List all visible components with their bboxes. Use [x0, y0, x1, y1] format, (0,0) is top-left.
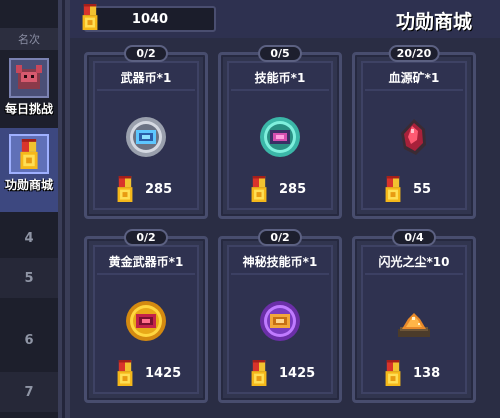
item-name: 闪光之尘*10	[378, 255, 450, 269]
item-price: 1425	[279, 366, 316, 381]
item-price: 138	[413, 366, 441, 381]
gold-weapon-coin-icon	[122, 297, 170, 345]
weapon-coin-icon	[122, 113, 170, 161]
skill-coin-icon	[256, 113, 304, 161]
merit-medal-icon	[117, 176, 133, 202]
rank-row: 6	[24, 332, 34, 348]
shop-item-card[interactable]: 0/2 武器币*1 285	[84, 45, 208, 219]
daily-challenge-icon	[9, 58, 49, 98]
item-price: 285	[279, 182, 307, 197]
item-name: 技能币*1	[254, 71, 306, 85]
shop-item-card[interactable]: 20/20 血源矿*1 55	[352, 45, 476, 219]
rank-header: 名次	[0, 28, 58, 50]
glitter-dust-icon	[390, 297, 438, 345]
blood-ore-icon	[390, 113, 438, 161]
item-name: 武器币*1	[120, 71, 172, 85]
merit-medal-icon	[117, 360, 133, 386]
page-title: 功勋商城	[395, 11, 472, 33]
purchase-limit-badge: 0/2	[258, 229, 302, 246]
merit-currency-display: 1040	[82, 4, 216, 32]
item-name: 神秘技能币*1	[242, 255, 318, 269]
purchase-limit-badge: 0/2	[124, 229, 168, 246]
tab-merit-shop-label: 功勋商城	[4, 178, 53, 192]
item-name: 黄金武器币*1	[108, 255, 184, 269]
shop-item-card[interactable]: 0/2 神秘技能币*1 1425	[218, 229, 342, 403]
item-price: 55	[413, 182, 432, 197]
item-price: 285	[145, 182, 173, 197]
item-name: 血源矿*1	[388, 71, 440, 85]
merit-medal-icon	[251, 360, 267, 386]
rank-row: 5	[0, 258, 58, 298]
purchase-limit-badge: 0/4	[392, 229, 436, 246]
item-price: 1425	[145, 366, 182, 381]
tab-daily-challenge[interactable]: 每日挑战	[0, 52, 58, 136]
merit-medal-icon	[385, 360, 401, 386]
shop-item-card[interactable]: 0/4 闪光之尘*10 138	[352, 229, 476, 403]
merit-medal-icon	[9, 134, 49, 174]
mystery-skill-coin-icon	[256, 297, 304, 345]
tab-merit-shop[interactable]: 功勋商城	[0, 128, 58, 212]
merit-amount: 1040	[131, 12, 169, 27]
merit-medal-icon	[251, 176, 267, 202]
rail-scrollbar[interactable]	[58, 0, 70, 418]
purchase-limit-badge: 0/2	[124, 45, 168, 62]
rank-row: 7	[0, 372, 58, 412]
merit-medal-icon	[385, 176, 401, 202]
rank-row: 4	[24, 230, 34, 246]
shop-item-card[interactable]: 0/5 技能币*1 285	[218, 45, 342, 219]
purchase-limit-badge: 20/20	[388, 45, 440, 62]
tab-daily-challenge-label: 每日挑战	[4, 102, 53, 116]
shop-item-card[interactable]: 0/2 黄金武器币*1 1425	[84, 229, 208, 403]
purchase-limit-badge: 0/5	[258, 45, 302, 62]
